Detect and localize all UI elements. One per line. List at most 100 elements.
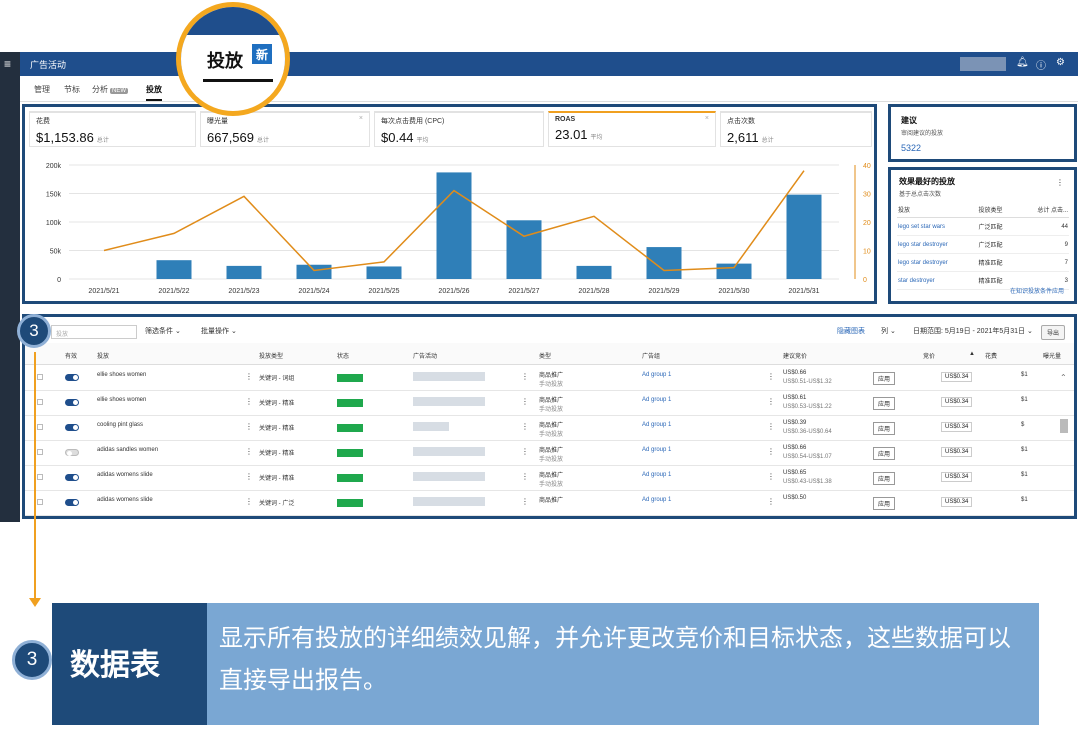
view-all-link[interactable]: 在知识投放条件应用 [1010,286,1064,295]
more-icon[interactable]: ⋮ [767,472,775,481]
active-toggle[interactable] [65,399,79,406]
col-type[interactable]: 类型 [539,351,551,360]
tab-placeholder[interactable]: 节标 [64,84,80,95]
campaign-name-blurred[interactable] [413,422,449,431]
campaign-name-blurred[interactable] [413,397,485,406]
campaign-name-blurred[interactable] [413,447,485,456]
col-target[interactable]: 投放 [97,351,109,360]
apply-bid-button[interactable]: 应用 [873,447,896,460]
ad-group-link[interactable]: Ad group 1 [642,497,671,503]
active-toggle[interactable] [65,424,79,431]
ad-group-link[interactable]: Ad group 1 [642,372,671,378]
ad-group-link[interactable]: Ad group 1 [642,397,671,403]
more-icon[interactable]: ⋮ [767,372,775,381]
kpi-cpc[interactable]: 每次点击费用 (CPC) $0.44 平均 [374,111,544,147]
ad-group-link[interactable]: Ad group 1 [642,472,671,478]
row-checkbox[interactable] [37,474,43,480]
target-link[interactable]: lego star destroyer [897,235,978,254]
active-toggle[interactable] [65,499,79,506]
row-checkbox[interactable] [37,424,43,430]
col-bid[interactable]: 竞价 [923,351,935,360]
active-toggle[interactable] [65,449,79,456]
target-link[interactable]: lego set star wars [897,217,978,236]
active-toggle[interactable] [65,474,79,481]
col-campaign[interactable]: 广告活动 [413,351,437,360]
bell-icon[interactable]: 🔔︎ [1016,57,1029,68]
tab-targeting[interactable]: 投放 [146,84,162,101]
campaign-name-blurred[interactable] [413,497,485,506]
tab-analysis[interactable]: 分析 NEW [92,84,128,95]
more-icon[interactable]: ⋮ [521,447,529,456]
more-icon[interactable]: ⋮ [245,447,253,456]
hide-chart-link[interactable]: 隐藏图表 [837,326,865,336]
more-icon[interactable]: ⋮ [245,422,253,431]
more-icon[interactable]: ⋮ [245,497,253,506]
col-type[interactable]: 投放类型 [977,202,1019,218]
scroll-up-icon[interactable]: ⌃ [1060,373,1067,382]
col-suggested-bid[interactable]: 建议竞价 [783,351,807,360]
col-target-type[interactable]: 投放类型 [259,351,283,360]
col-status[interactable]: 状态 [337,351,349,360]
bid-input[interactable]: US$0.34 [941,472,973,482]
row-checkbox[interactable] [37,374,43,380]
row-checkbox[interactable] [37,399,43,405]
col-target[interactable]: 投放 [897,202,978,218]
kpi-roas[interactable]: ROAS 23.01 平均 × [548,111,716,147]
more-icon[interactable]: ⋮ [521,422,529,431]
col-spend[interactable]: 花费 [985,351,997,360]
apply-bid-button[interactable]: 应用 [873,497,896,510]
bid-input[interactable]: US$0.34 [941,422,973,432]
col-active[interactable]: 有效 [65,351,77,360]
close-icon[interactable]: × [705,115,709,122]
bid-input[interactable]: US$0.34 [941,447,973,457]
more-icon[interactable]: ⋮ [521,497,529,506]
kpi-clicks[interactable]: 点击次数 2,611 总计 [720,111,872,147]
apply-bid-button[interactable]: 应用 [873,397,896,410]
more-icon[interactable]: ⋮ [1056,178,1064,187]
tab-manage[interactable]: 管理 [34,84,50,95]
bid-input[interactable]: US$0.34 [941,372,973,382]
kpi-spend[interactable]: 花费 $1,153.86 总计 [29,111,196,147]
more-icon[interactable]: ⋮ [521,372,529,381]
ad-group-link[interactable]: Ad group 1 [642,447,671,453]
date-range-dropdown[interactable]: 日期范围: 5月19日 - 2021年5月31日 ⌄ [913,326,1033,336]
row-checkbox[interactable] [37,449,43,455]
bid-input[interactable]: US$0.34 [941,397,973,407]
hamburger-icon[interactable]: ≡ [4,58,11,70]
target-link[interactable]: lego star destroyer [897,253,978,272]
close-icon[interactable]: × [359,115,363,122]
search-input[interactable]: 投放 [51,325,137,339]
campaign-name-blurred[interactable] [413,372,485,381]
apply-bid-button[interactable]: 应用 [873,472,896,485]
kpi-impressions[interactable]: 曝光量 667,569 总计 × [200,111,370,147]
col-impressions[interactable]: 曝光量 [1043,351,1061,360]
more-icon[interactable]: ⋮ [767,447,775,456]
sort-up-icon[interactable]: ▲ [969,351,975,357]
row-checkbox[interactable] [37,499,43,505]
more-icon[interactable]: ⋮ [767,397,775,406]
scroll-thumb[interactable] [1060,419,1068,433]
columns-dropdown[interactable]: 列 ⌄ [881,326,896,336]
bid-input[interactable]: US$0.34 [941,497,973,507]
help-icon[interactable]: ⓘ [1036,57,1046,72]
ad-group-link[interactable]: Ad group 1 [642,422,671,428]
more-icon[interactable]: ⋮ [521,472,529,481]
filter-dropdown[interactable]: 筛选条件 ⌄ [145,326,181,336]
settings-icon[interactable]: ⚙ [1056,57,1065,68]
apply-bid-button[interactable]: 应用 [873,372,896,385]
campaign-name-blurred[interactable] [413,472,485,481]
more-icon[interactable]: ⋮ [245,397,253,406]
target-link[interactable]: star destroyer [897,271,978,290]
more-icon[interactable]: ⋮ [245,472,253,481]
bulk-actions-dropdown[interactable]: 批量操作 ⌄ [201,326,237,336]
table-scrollbar[interactable]: ⌃ [1060,373,1068,513]
more-icon[interactable]: ⋮ [767,497,775,506]
recommend-link[interactable]: 5322 [901,143,1064,153]
export-button[interactable]: 导出 [1041,325,1066,340]
apply-bid-button[interactable]: 应用 [873,422,896,435]
more-icon[interactable]: ⋮ [767,422,775,431]
active-toggle[interactable] [65,374,79,381]
more-icon[interactable]: ⋮ [521,397,529,406]
col-ad-group[interactable]: 广告组 [642,351,660,360]
more-icon[interactable]: ⋮ [245,372,253,381]
